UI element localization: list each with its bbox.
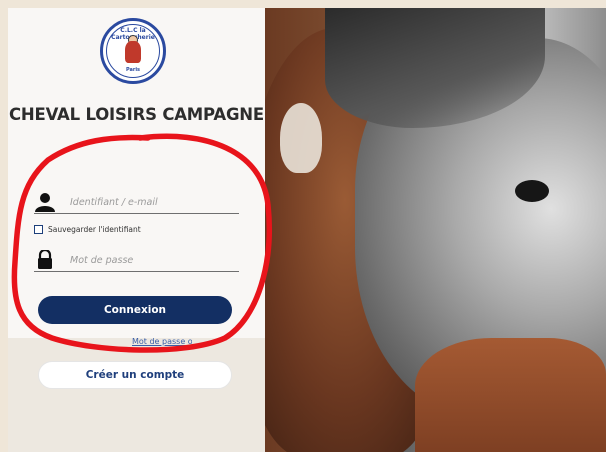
remember-row[interactable]: Sauvegarder l'identifiant (34, 223, 141, 235)
logo-bottom-text: Paris (125, 67, 141, 73)
brown-horse-neck (415, 338, 606, 452)
logo-figure (125, 41, 141, 63)
login-button[interactable]: Connexion (38, 296, 232, 324)
username-input[interactable] (70, 193, 235, 211)
password-input[interactable] (70, 251, 235, 269)
horse-blaze (280, 103, 322, 173)
forgot-password-link[interactable]: Mot de passe oublié (132, 337, 192, 347)
lock-icon (34, 248, 56, 270)
site-title: CHEVAL LOISIRS CAMPAGNE (9, 105, 264, 124)
horses-photo (265, 8, 606, 452)
remember-label: Sauvegarder l'identifiant (48, 224, 141, 234)
user-icon (34, 192, 56, 212)
horse-eye (515, 180, 549, 202)
club-logo: C.L.C la Cartoucherie Paris (100, 18, 166, 84)
password-field (34, 248, 239, 272)
remember-checkbox[interactable] (34, 224, 43, 234)
username-field (34, 190, 239, 214)
create-account-button[interactable]: Créer un compte (38, 361, 232, 389)
login-panel-lower (8, 338, 265, 452)
